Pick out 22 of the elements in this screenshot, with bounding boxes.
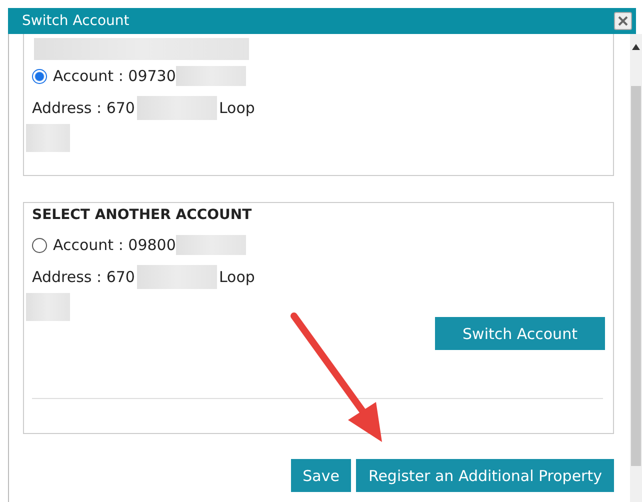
address-label: Address : 670 bbox=[32, 268, 135, 286]
radio-button[interactable] bbox=[32, 238, 47, 252]
scroll-up-icon[interactable] bbox=[632, 44, 640, 50]
close-button[interactable] bbox=[614, 12, 632, 30]
close-icon bbox=[617, 15, 629, 27]
radio-button[interactable] bbox=[32, 68, 47, 84]
address-label: Address : 670 bbox=[32, 99, 135, 117]
account-number: Account : 09730 bbox=[53, 67, 176, 85]
redacted-text bbox=[176, 235, 246, 255]
register-property-button[interactable]: Register an Additional Property bbox=[356, 459, 614, 492]
scrollbar[interactable] bbox=[630, 34, 642, 502]
account-number: Account : 09800 bbox=[53, 236, 176, 254]
address-street: Loop bbox=[218, 268, 255, 286]
scrollbar-thumb[interactable] bbox=[631, 86, 641, 466]
window-title: Switch Account bbox=[22, 13, 130, 29]
redacted-text bbox=[26, 293, 70, 321]
redacted-text bbox=[176, 66, 246, 86]
section-heading: SELECT ANOTHER ACCOUNT bbox=[32, 207, 253, 223]
address-street: Loop bbox=[218, 99, 255, 117]
switch-account-button[interactable]: Switch Account bbox=[435, 317, 605, 350]
save-button[interactable]: Save bbox=[290, 459, 352, 492]
redacted-text bbox=[26, 124, 70, 152]
